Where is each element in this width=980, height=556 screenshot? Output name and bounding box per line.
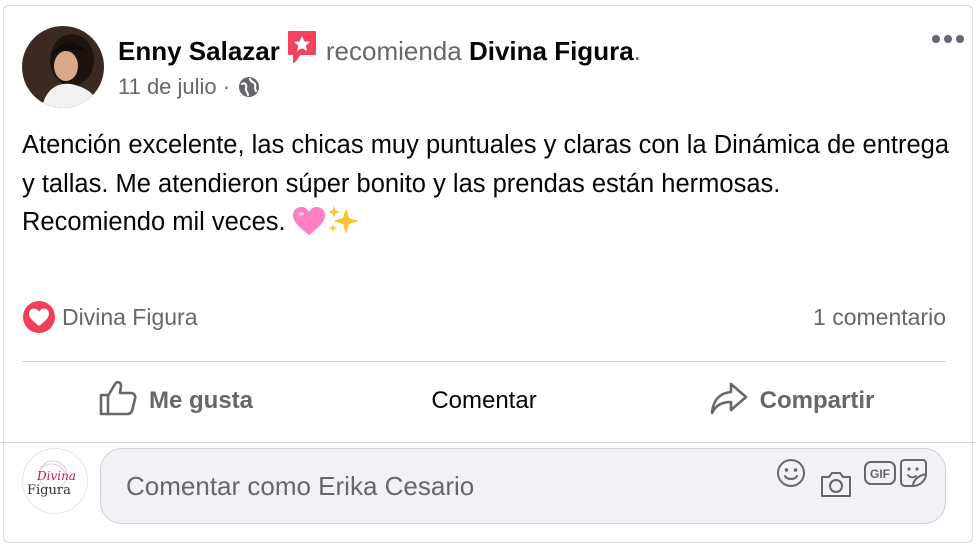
reactions-row: Divina Figura 1 comentario: [22, 300, 946, 334]
comment-input[interactable]: Comentar como Erika Cesario GIF: [100, 448, 946, 524]
post-date[interactable]: 11 de julio: [118, 74, 217, 99]
composer-icons: GIF: [775, 457, 935, 505]
thumbs-up-icon: [99, 380, 149, 423]
sticker-icon[interactable]: [897, 457, 929, 494]
camera-icon[interactable]: [819, 469, 853, 504]
action-bar: Me gusta Comentar Compartir: [22, 360, 946, 442]
sparkles-emoji: [326, 204, 360, 248]
header-dot: .: [633, 36, 641, 66]
recommends-text: recomienda: [325, 36, 462, 66]
page-name-link[interactable]: Divina Figura: [469, 36, 634, 66]
post-body-closing: Recomiendo mil veces.: [22, 203, 952, 248]
pink-heart-emoji: [292, 206, 326, 248]
commenter-avatar[interactable]: Divina Figura: [22, 448, 88, 514]
comment-composer: Divina Figura Comentar como Erika Cesari…: [0, 442, 968, 536]
date-separator: ·: [222, 74, 231, 99]
love-reaction-icon: [22, 300, 56, 334]
author-avatar[interactable]: [22, 26, 104, 108]
comments-count[interactable]: 1 comentario: [813, 304, 946, 331]
post-header: Enny Salazar recomienda Divina Figura.: [118, 30, 641, 71]
share-arrow-icon: [710, 381, 760, 422]
more-icon[interactable]: [928, 24, 968, 58]
comment-label: Comentar: [431, 387, 537, 414]
globe-icon[interactable]: [238, 76, 260, 104]
comment-button[interactable]: Comentar: [330, 360, 638, 442]
like-label: Me gusta: [148, 387, 253, 414]
post-body: Atención excelente, las chicas muy puntu…: [22, 126, 952, 248]
gif-icon[interactable]: GIF: [863, 459, 897, 492]
svg-text:GIF: GIF: [870, 467, 890, 481]
avatar-brand-bottom: Figura: [27, 483, 71, 498]
avatar-brand-top: Divina: [37, 469, 76, 483]
smiley-icon[interactable]: [775, 457, 807, 494]
recommend-badge-icon: [286, 30, 318, 71]
post-body-closing-text: Recomiendo mil veces.: [22, 208, 286, 236]
reactions-summary[interactable]: Divina Figura: [22, 300, 198, 334]
comment-placeholder: Comentar como Erika Cesario: [126, 471, 475, 501]
post-meta: 11 de julio ·: [118, 74, 260, 104]
reactions-label: Divina Figura: [62, 303, 198, 330]
share-label: Compartir: [759, 387, 875, 414]
like-button[interactable]: Me gusta: [22, 360, 330, 442]
author-name[interactable]: Enny Salazar: [118, 36, 280, 66]
post-body-paragraph: Atención excelente, las chicas muy puntu…: [22, 131, 950, 198]
share-button[interactable]: Compartir: [638, 360, 946, 442]
